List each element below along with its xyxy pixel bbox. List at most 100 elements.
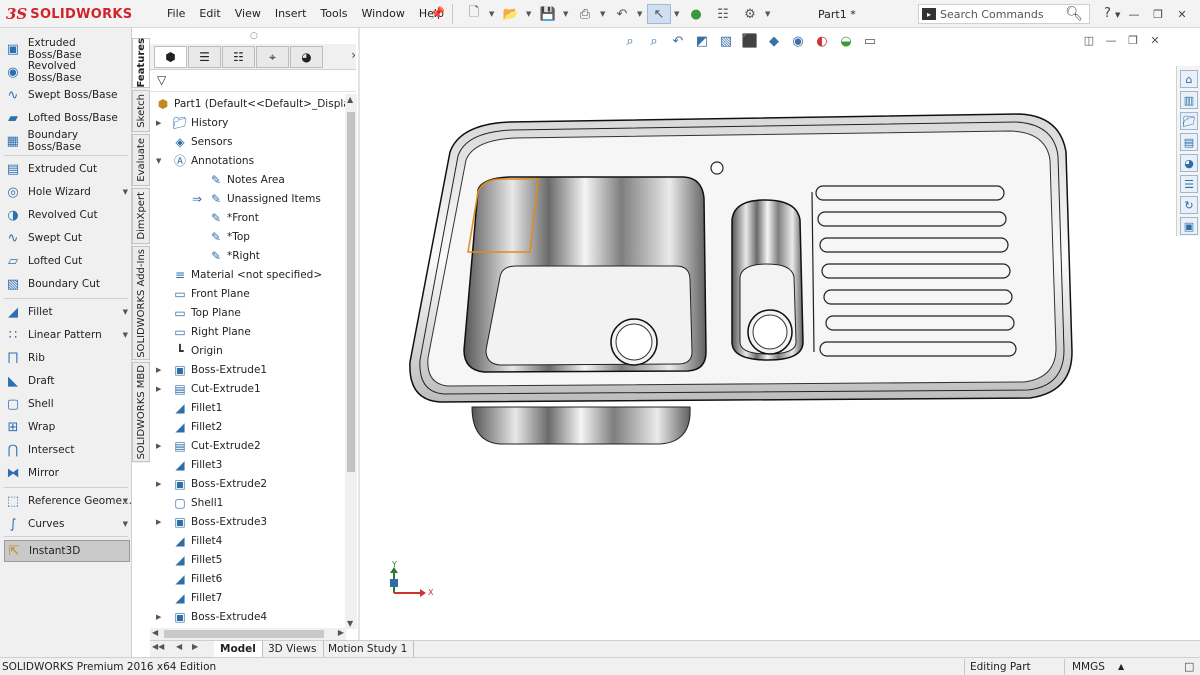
tab-motion-study[interactable]: Motion Study 1	[322, 641, 415, 657]
file-properties-icon[interactable]: ☷	[711, 4, 735, 24]
tree-item-boss-extrude3[interactable]: ▶ ▣ Boss-Extrude3	[154, 512, 267, 531]
tree-item-annotations[interactable]: ▼ Ⓐ Annotations	[154, 151, 254, 170]
zoom-to-area-icon[interactable]: ⌕	[644, 32, 664, 50]
tree-item-fillet3[interactable]: ◢ Fillet3	[154, 455, 222, 474]
edit-appearance-icon[interactable]: ◐	[812, 32, 832, 50]
appearances-icon[interactable]: ◕	[1180, 154, 1198, 172]
collapse-icon[interactable]: ▼	[156, 157, 161, 165]
save-icon[interactable]: 💾	[536, 4, 560, 24]
expand-icon[interactable]: ▶	[156, 480, 161, 488]
chevron-down-icon[interactable]: ▼	[123, 308, 128, 316]
chevron-down-icon[interactable]: ▼	[123, 188, 128, 196]
view-settings-icon[interactable]: ▭	[860, 32, 880, 50]
expand-icon[interactable]: ▶	[156, 366, 161, 374]
tree-item-fillet6[interactable]: ◢ Fillet6	[154, 569, 222, 588]
tab-sketch[interactable]: Sketch	[132, 90, 150, 132]
tab-dimxpert[interactable]: DimXpert	[132, 188, 150, 244]
tree-item-origin[interactable]: ┗ Origin	[154, 341, 222, 360]
help-button[interactable]: ? ▼	[1104, 6, 1120, 21]
filter-icon[interactable]: ▽	[157, 73, 166, 87]
tree-item-sensors[interactable]: ◈ Sensors	[154, 132, 232, 151]
scroll-left-icon[interactable]: ◀	[152, 628, 158, 637]
design-library-icon[interactable]: ▥	[1180, 91, 1198, 109]
lofted-boss-button[interactable]: ▰ Lofted Boss/Base	[4, 107, 132, 129]
options-gear-icon[interactable]: ⚙	[738, 4, 762, 24]
chevron-down-icon[interactable]: ▼	[637, 10, 644, 18]
tree-item-boss-extrude2[interactable]: ▶ ▣ Boss-Extrude2	[154, 474, 267, 493]
tree-item-fillet5[interactable]: ◢ Fillet5	[154, 550, 222, 569]
expand-icon[interactable]: ▶	[156, 442, 161, 450]
undo-icon[interactable]: ↶	[610, 4, 634, 24]
section-view-icon[interactable]: ◩	[692, 32, 712, 50]
draft-button[interactable]: ◣ Draft	[4, 370, 132, 392]
panel-grip-icon[interactable]: ○	[250, 31, 258, 41]
extruded-boss-button[interactable]: ▣ Extruded Boss/Base	[4, 37, 132, 61]
units-button[interactable]: MMGS	[1072, 661, 1105, 673]
pin-icon[interactable]: 📌	[430, 6, 445, 20]
units-chevron-up-icon[interactable]: ▲	[1118, 662, 1124, 671]
swept-boss-button[interactable]: ∿ Swept Boss/Base	[4, 84, 132, 106]
wrap-button[interactable]: ⊞ Wrap	[4, 416, 132, 438]
expand-icon[interactable]: ▶	[156, 518, 161, 526]
tab-scroll-right-icon[interactable]: ▶	[192, 642, 198, 651]
tree-item-right-plane[interactable]: ▭ Right Plane	[154, 322, 250, 341]
display-style-icon[interactable]: ◆	[764, 32, 784, 50]
chevron-down-icon[interactable]: ▼	[526, 10, 533, 18]
hide-show-items-icon[interactable]: ◉	[788, 32, 808, 50]
search-icon[interactable]: 🔍︎	[1065, 6, 1083, 22]
menu-tools[interactable]: Tools	[313, 7, 354, 20]
tree-item-right-view[interactable]: ✎ *Right	[192, 246, 260, 265]
restore-icon[interactable]: ❐	[1126, 33, 1140, 47]
tree-item-material[interactable]: ≡ Material <not specified>	[154, 265, 322, 284]
previous-view-icon[interactable]: ↶	[668, 32, 688, 50]
chevron-down-icon[interactable]: ▼	[123, 497, 128, 505]
chevron-down-icon[interactable]: ▼	[674, 10, 681, 18]
tab-mbd[interactable]: SOLIDWORKS MBD	[132, 362, 150, 462]
tab-scroll-left-icon[interactable]: ◀◀	[152, 642, 164, 651]
scroll-right-icon[interactable]: ▶	[338, 628, 344, 637]
tree-item-fillet4[interactable]: ◢ Fillet4	[154, 531, 222, 550]
chevron-down-icon[interactable]: ▼	[489, 10, 496, 18]
split-view-icon[interactable]: ◫	[1082, 33, 1096, 47]
reference-geometry-button[interactable]: ⬚ Reference Geome... ▼	[4, 490, 132, 512]
menu-file[interactable]: File	[160, 7, 192, 20]
print-icon[interactable]: ⎙	[573, 4, 597, 24]
chevron-down-icon[interactable]: ▼	[765, 10, 772, 18]
tree-item-unassigned[interactable]: ⇒ ✎ Unassigned Items	[192, 189, 321, 208]
expand-icon[interactable]: ▶	[156, 119, 161, 127]
tab-scroll-left-icon[interactable]: ◀	[176, 642, 182, 651]
extruded-cut-button[interactable]: ▤ Extruded Cut	[4, 158, 132, 180]
search-commands-field[interactable]: ▸ Search Commands 🔍︎	[918, 4, 1090, 24]
recovered-documents-icon[interactable]: ▣	[1180, 217, 1198, 235]
rebuild-traffic-light-icon[interactable]: ●	[684, 4, 708, 24]
feature-manager-tab-icon[interactable]: ⬢	[154, 46, 187, 68]
menu-edit[interactable]: Edit	[192, 7, 227, 20]
boundary-cut-button[interactable]: ▧ Boundary Cut	[4, 273, 132, 295]
tree-item-front-view[interactable]: ✎ *Front	[192, 208, 259, 227]
tree-horizontal-scrollbar[interactable]: ◀ ▶	[150, 628, 346, 640]
expand-icon[interactable]: ▶	[156, 613, 161, 621]
linear-pattern-button[interactable]: ∷ Linear Pattern ▼	[4, 324, 132, 346]
tree-item-front-plane[interactable]: ▭ Front Plane	[154, 284, 249, 303]
intersect-button[interactable]: ⋂ Intersect	[4, 439, 132, 461]
tree-item-cut-extrude2[interactable]: ▶ ▤ Cut-Extrude2	[154, 436, 261, 455]
chevron-right-icon[interactable]: ›	[351, 48, 356, 62]
chevron-down-icon[interactable]: ▼	[600, 10, 607, 18]
dimxpert-manager-tab-icon[interactable]: ⌖	[256, 46, 289, 68]
tree-item-history[interactable]: ▶ 📁︎ History	[154, 113, 228, 132]
zoom-to-fit-icon[interactable]: ⌕	[620, 32, 640, 50]
mirror-button[interactable]: ⧓ Mirror	[4, 462, 132, 484]
chevron-down-icon[interactable]: ▼	[123, 520, 128, 528]
revolved-cut-button[interactable]: ◑ Revolved Cut	[4, 204, 132, 226]
close-icon[interactable]: ✕	[1148, 33, 1162, 47]
lofted-cut-button[interactable]: ▱ Lofted Cut	[4, 250, 132, 272]
open-icon[interactable]: 📂	[499, 4, 523, 24]
revolved-boss-button[interactable]: ◉ Revolved Boss/Base	[4, 60, 132, 84]
minimize-icon[interactable]: —	[1104, 33, 1118, 47]
help-balloon-icon[interactable]: □	[1184, 660, 1194, 673]
tree-item-top-view[interactable]: ✎ *Top	[192, 227, 250, 246]
instant3d-button[interactable]: ⇱ Instant3D	[4, 540, 130, 562]
dynamic-annotation-icon[interactable]: ▧	[716, 32, 736, 50]
tree-item-boss-extrude4[interactable]: ▶ ▣ Boss-Extrude4	[154, 607, 267, 626]
rib-button[interactable]: ⨅ Rib	[4, 347, 132, 369]
